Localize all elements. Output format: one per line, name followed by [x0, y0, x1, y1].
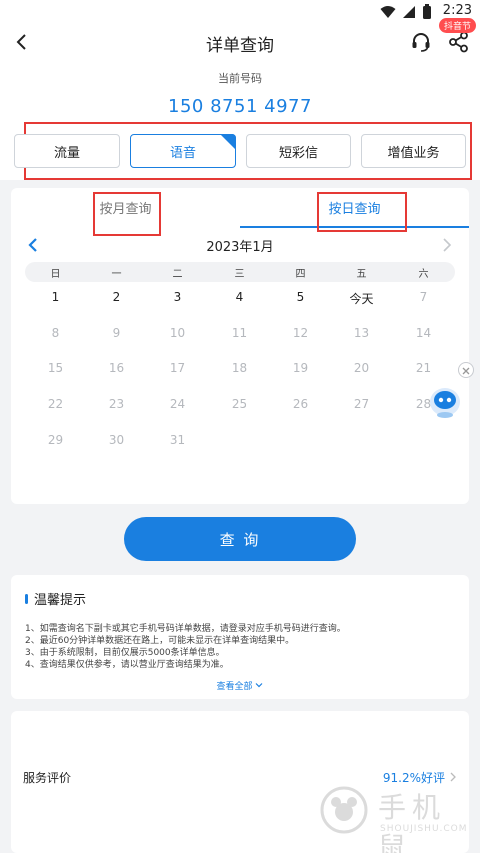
watermark-subtext: SHOUJISHU.COM [380, 824, 468, 834]
watermark-text: 手机鼠 [378, 791, 447, 853]
calendar-day: 10 [169, 326, 186, 340]
tips-title-text: 温馨提示 [34, 593, 87, 608]
status-icons [380, 4, 432, 20]
status-bar: 2:23 [0, 0, 480, 24]
weekday-label: 二 [172, 269, 183, 280]
calendar-day: 9 [112, 326, 121, 340]
tips-card: 温馨提示 1、如需查询名下副卡或其它手机号码详单数据，请登录对应手机号码进行查询… [11, 575, 469, 699]
weekday-label: 三 [234, 269, 245, 280]
weekday-label: 四 [295, 269, 306, 280]
calendar-day: 19 [292, 361, 309, 375]
calendar-day: 11 [231, 326, 248, 340]
month-tab-highlight [93, 192, 161, 236]
view-all-link[interactable]: 查看全部 [11, 679, 469, 692]
view-all-label: 查看全部 [216, 682, 253, 692]
calendar-day: 30 [108, 433, 125, 447]
calendar-day: 13 [353, 326, 370, 340]
tab-voice-label: 语音 [169, 145, 196, 161]
tab-value-added[interactable]: 增值业务 [361, 134, 466, 168]
tips-accent-bar [25, 593, 28, 604]
headset-icon[interactable] [410, 31, 432, 53]
signal-icon [403, 6, 415, 18]
chevron-right-icon [450, 772, 456, 782]
assistant-close-button[interactable] [458, 362, 474, 378]
calendar-day: 17 [169, 361, 186, 375]
promo-badge: 抖音节 [438, 18, 476, 33]
tips-title: 温馨提示 [25, 589, 86, 608]
calendar-day: 16 [108, 361, 125, 375]
calendar-day: 21 [415, 361, 432, 375]
status-time: 2:23 [442, 3, 472, 18]
calendar-day: 14 [415, 326, 432, 340]
tab-sms-mms[interactable]: 短彩信 [246, 134, 351, 168]
calendar-header: 2023年1月 [11, 236, 469, 258]
calendar-day[interactable]: 3 [147, 290, 208, 312]
tip-item: 4、查询结果仅供参考，请以营业厅查询结果为准。 [25, 660, 229, 670]
calendar-day: 29 [47, 433, 64, 447]
calendar-day: 20 [353, 361, 370, 375]
calendar-day: 15 [47, 361, 64, 375]
tab-sms-mms-label: 短彩信 [278, 145, 318, 161]
robot-assistant-icon[interactable] [426, 382, 464, 420]
calendar-day: 31 [169, 433, 186, 447]
watermark: 手机鼠 SHOUJISHU.COM [318, 784, 472, 853]
tab-voice[interactable]: 语音 [130, 134, 236, 168]
calendar-day: 23 [108, 397, 125, 411]
current-number: 150 8751 4977 [168, 96, 312, 117]
day-tab-highlight [317, 192, 407, 232]
query-button[interactable]: 查 询 [124, 517, 356, 561]
date-card: 按月查询 按日查询 2023年1月 日 一 二 三 四 五 六 1 2 3 4 … [11, 188, 469, 504]
calendar-day[interactable]: 1 [25, 290, 86, 312]
battery-icon [423, 4, 431, 19]
calendar-day[interactable]: 2 [86, 290, 147, 312]
selected-corner-mark [220, 134, 236, 150]
calendar-day: 24 [169, 397, 186, 411]
chevron-right-icon[interactable] [437, 236, 455, 254]
wifi-icon [380, 6, 396, 18]
calendar-day: 8 [51, 326, 60, 340]
weekday-label: 日 [50, 269, 61, 280]
calendar-day: 26 [292, 397, 309, 411]
weekday-label: 一 [111, 269, 122, 280]
calendar-day[interactable]: 4 [209, 290, 270, 312]
calendar-day: 27 [353, 397, 370, 411]
weekday-bar: 日 一 二 三 四 五 六 [25, 262, 455, 282]
current-number-label: 当前号码 [218, 72, 262, 85]
weekday-label: 五 [356, 269, 367, 280]
share-icon[interactable] [448, 31, 470, 53]
tab-traffic[interactable]: 流量 [14, 134, 120, 168]
mouse-logo-icon [320, 786, 368, 834]
calendar-title: 2023年1月 [206, 240, 274, 255]
chevron-down-icon [256, 683, 263, 688]
tab-value-added-label: 增值业务 [387, 145, 440, 161]
close-icon [462, 367, 470, 375]
rating-label: 服务评价 [23, 771, 72, 785]
calendar-day[interactable]: 5 [270, 290, 331, 312]
calendar-day: 18 [231, 361, 248, 375]
calendar-day: 12 [292, 326, 309, 340]
calendar-day-today[interactable]: 今天 [331, 290, 392, 312]
weekday-label: 六 [418, 269, 429, 280]
calendar-day: 7 [419, 290, 428, 304]
calendar-day: 22 [47, 397, 64, 411]
page-title: 详单查询 [206, 36, 274, 56]
calendar-day: 25 [231, 397, 248, 411]
header: 详单查询 抖音节 [0, 18, 480, 60]
tab-traffic-label: 流量 [53, 145, 80, 161]
